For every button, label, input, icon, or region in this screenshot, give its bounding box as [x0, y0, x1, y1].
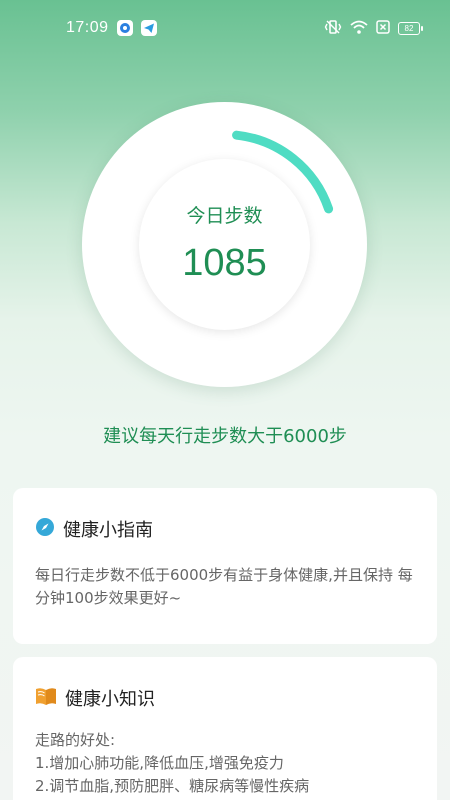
step-label: 今日步数: [186, 204, 263, 227]
telegram-icon: [140, 20, 157, 36]
status-bar: 17:09 82: [0, 0, 450, 56]
health-knowledge-card: 健康小知识 走路的好处: 1.增加心肺功能,降低血压,增强免疫力 2.调节血脂,…: [13, 657, 437, 800]
health-guide-body: 每日行走步数不低于6000步有益于身体健康,并且保持 每分钟100步效果更好~: [35, 566, 413, 607]
book-icon: [35, 686, 57, 711]
battery-icon: 82: [398, 21, 423, 35]
step-summary: 今日步数 1085: [139, 159, 310, 330]
health-guide-card: 健康小指南 每日行走步数不低于6000步有益于身体健康,并且保持 每分钟100步…: [13, 488, 437, 644]
knowledge-line: 走路的好处:: [35, 731, 116, 749]
health-knowledge-body: 走路的好处: 1.增加心肺功能,降低血压,增强免疫力 2.调节血脂,预防肥胖、糖…: [35, 729, 417, 798]
knowledge-line: 2.调节血脂,预防肥胖、糖尿病等慢性疾病: [35, 777, 310, 795]
health-guide-title: 健康小指南: [63, 520, 153, 541]
compass-icon: [35, 517, 55, 542]
mi-app-icon: [116, 20, 133, 36]
health-knowledge-header: 健康小知识: [35, 685, 417, 711]
health-knowledge-title: 健康小知识: [65, 689, 155, 710]
status-left: 17:09: [66, 19, 157, 37]
knowledge-line: 1.增加心肺功能,降低血压,增强免疫力: [35, 754, 284, 772]
wifi-icon: [350, 19, 368, 38]
step-count: 1085: [182, 241, 267, 284]
status-right: 82: [324, 19, 423, 38]
status-time: 17:09: [66, 19, 109, 36]
vibrate-icon: [324, 19, 342, 38]
step-progress-ring: 今日步数 1085: [82, 102, 367, 387]
step-suggestion: 建议每天行走步数大于6000步: [103, 426, 347, 447]
sim-off-icon: [376, 19, 390, 38]
health-guide-header: 健康小指南: [35, 516, 417, 542]
